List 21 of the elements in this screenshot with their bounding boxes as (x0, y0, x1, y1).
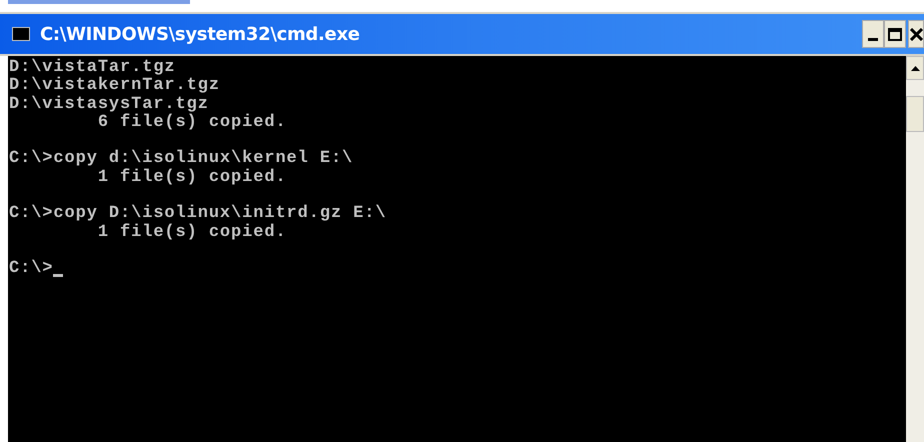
console-line: D:\vistaTar.tgz (9, 59, 176, 77)
scrollbar[interactable] (906, 56, 924, 442)
console-line: C:\> (9, 260, 54, 279)
window-title: C:\WINDOWS\system32\cmd.exe (40, 22, 360, 46)
console-line: 1 file(s) copied. (96, 168, 287, 188)
console-icon (12, 27, 30, 41)
minimize-button[interactable] (862, 20, 884, 48)
close-button[interactable] (908, 20, 924, 48)
console-line: D:\vistasysTar.tgz (9, 96, 209, 114)
console-line: C:\>copy d:\isolinux\kernel E:\ (9, 150, 354, 168)
console-line: 6 file(s) copied. (96, 114, 287, 132)
scroll-thumb[interactable] (906, 96, 924, 132)
maximize-icon (888, 28, 902, 40)
maximize-button[interactable] (884, 20, 906, 48)
console-line: D:\vistakernTar.tgz (9, 77, 220, 96)
up-arrow-icon (910, 66, 920, 70)
close-icon (910, 28, 923, 40)
scroll-up-button[interactable] (906, 56, 924, 80)
console-line: 1 file(s) copied. (96, 224, 287, 242)
console-line: C:\>copy D:\isolinux\initrd.gz E:\ (9, 205, 386, 224)
minimize-icon (868, 38, 878, 41)
